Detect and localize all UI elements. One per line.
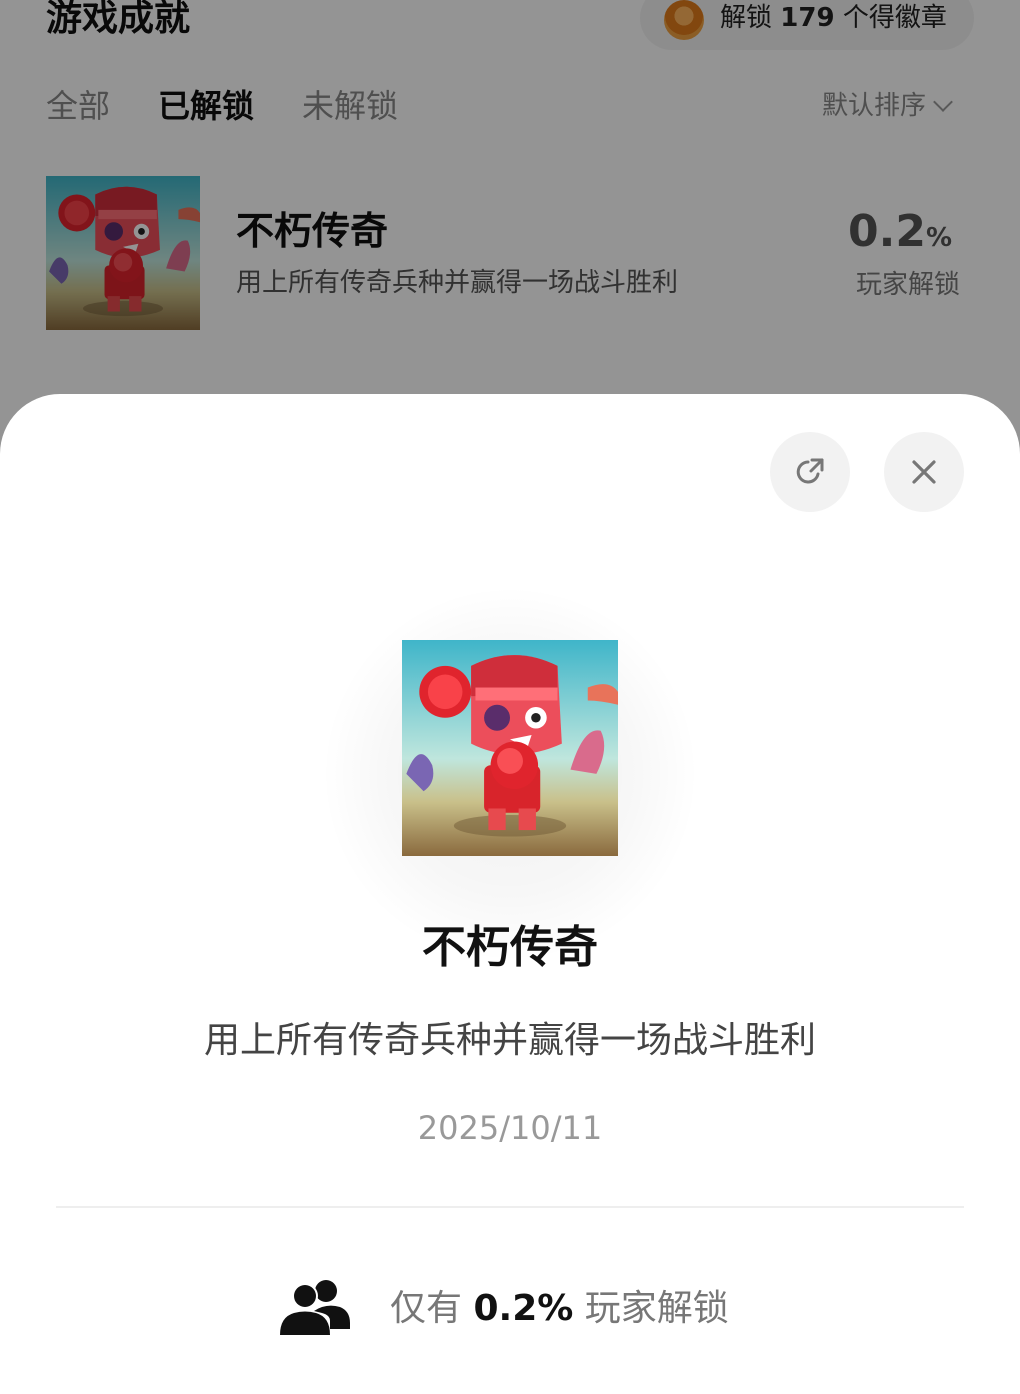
close-button[interactable] — [884, 432, 964, 512]
stat-prefix: 仅有 — [390, 1288, 463, 1329]
share-button[interactable] — [770, 432, 850, 512]
unlock-stat: 仅有 0.2% 玩家解锁 — [278, 1274, 729, 1344]
achievement-badge-image — [402, 640, 618, 856]
stat-value: 0.2% — [473, 1288, 574, 1329]
share-icon — [796, 458, 824, 484]
sheet-achievement-description: 用上所有传奇兵种并赢得一场战斗胜利 — [203, 1020, 816, 1061]
close-icon — [912, 460, 936, 484]
sheet-achievement-name: 不朽传奇 — [422, 922, 598, 973]
stat-suffix: 玩家解锁 — [584, 1288, 729, 1329]
unlock-stat-text: 仅有 0.2% 玩家解锁 — [390, 1284, 729, 1334]
achievement-detail-sheet: 不朽传奇 用上所有传奇兵种并赢得一场战斗胜利 2025/10/11 仅有 0.2… — [0, 394, 1020, 1394]
unlock-date: 2025/10/11 — [417, 1109, 603, 1147]
divider — [56, 1206, 964, 1208]
people-icon — [280, 1280, 350, 1335]
